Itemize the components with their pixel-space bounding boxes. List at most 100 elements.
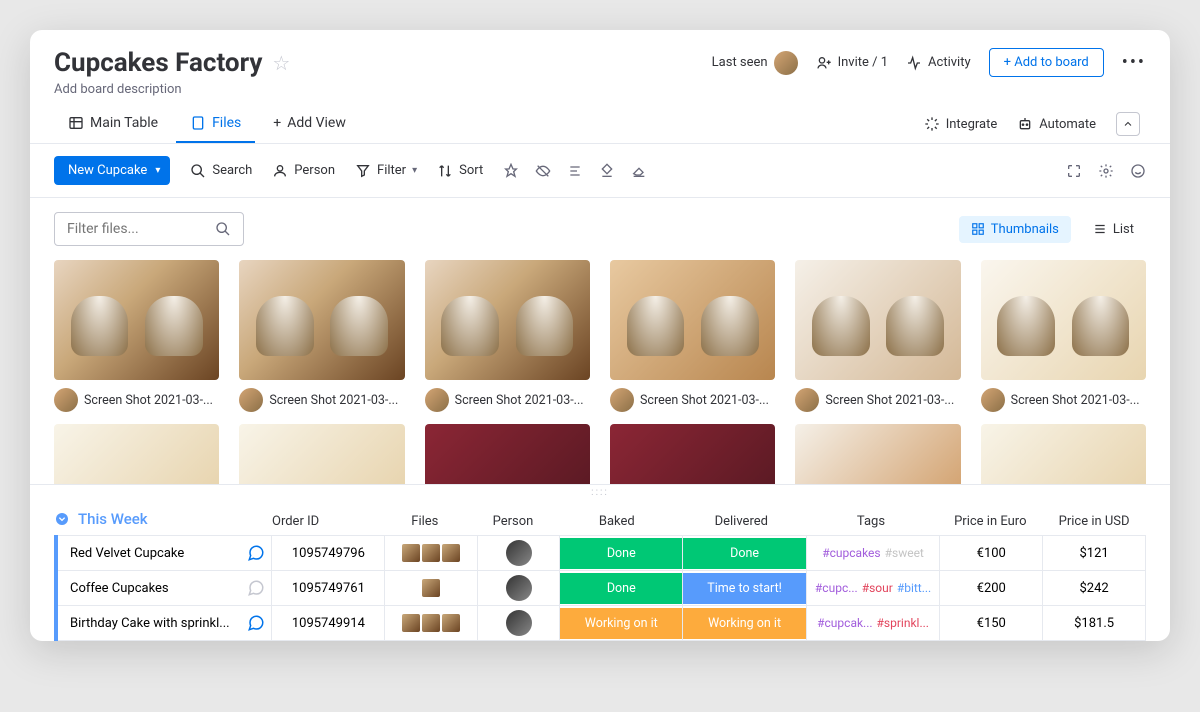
add-to-board-button[interactable]: + Add to board xyxy=(989,48,1104,77)
thumbnail-image xyxy=(610,260,775,380)
sort-button[interactable]: Sort xyxy=(437,163,483,179)
person-add-icon xyxy=(816,55,832,71)
star-icon[interactable]: ☆ xyxy=(272,51,290,75)
chevron-down-icon: ▾ xyxy=(155,165,160,176)
file-thumbnail[interactable] xyxy=(610,424,775,484)
avatar-icon xyxy=(239,388,263,412)
thumbnail-image xyxy=(795,260,960,380)
fullscreen-icon[interactable] xyxy=(1066,163,1082,179)
activity-button[interactable]: Activity xyxy=(906,55,971,71)
person-filter-button[interactable]: Person xyxy=(272,163,335,179)
col-person[interactable]: Person xyxy=(472,508,555,535)
avatar-icon xyxy=(795,388,819,412)
invite-button[interactable]: Invite / 1 xyxy=(816,55,888,71)
avatar-icon xyxy=(774,51,798,75)
last-seen[interactable]: Last seen xyxy=(712,51,798,75)
table-row[interactable]: Coffee Cupcakes 1095749761 Done Time to … xyxy=(56,571,1146,606)
file-thumbnail[interactable] xyxy=(795,424,960,484)
grid-icon xyxy=(971,222,985,236)
files-icon xyxy=(190,115,206,131)
tab-files[interactable]: Files xyxy=(176,105,255,143)
file-thumbnail[interactable]: Screen Shot 2021-03-... xyxy=(425,260,590,412)
list-view-button[interactable]: List xyxy=(1081,216,1146,243)
table-row[interactable]: Birthday Cake with sprinkl... 1095749914… xyxy=(56,606,1146,641)
board-header: Cupcakes Factory ☆ Add board description… xyxy=(30,30,1170,105)
list-icon xyxy=(1093,222,1107,236)
col-price-usd[interactable]: Price in USD xyxy=(1042,508,1146,535)
file-thumbnail[interactable] xyxy=(981,424,1146,484)
table-row[interactable]: Red Velvet Cupcake 1095749796 Done Done … xyxy=(56,536,1146,571)
col-delivered[interactable]: Delivered xyxy=(679,508,804,535)
group-header[interactable]: This Week xyxy=(54,510,264,534)
file-thumbnail[interactable] xyxy=(54,424,219,484)
integrate-icon xyxy=(924,116,940,132)
avatar-icon xyxy=(54,388,78,412)
file-thumbnail[interactable]: Screen Shot 2021-03-... xyxy=(610,260,775,412)
file-thumbnail[interactable] xyxy=(239,424,404,484)
filter-button[interactable]: Filter ▾ xyxy=(355,163,417,179)
avatar-icon xyxy=(506,575,532,601)
file-name: Screen Shot 2021-03-... xyxy=(269,393,398,408)
chevron-up-icon xyxy=(1122,118,1134,130)
file-thumbnail[interactable]: Screen Shot 2021-03-... xyxy=(239,260,404,412)
color-icon[interactable] xyxy=(599,163,615,179)
col-price-eur[interactable]: Price in Euro xyxy=(938,508,1042,535)
more-icon[interactable]: ••• xyxy=(1122,52,1146,73)
activity-icon xyxy=(906,55,922,71)
chat-icon[interactable] xyxy=(247,544,265,562)
search-icon xyxy=(215,221,231,237)
search-icon xyxy=(190,163,206,179)
chat-icon[interactable] xyxy=(247,579,265,597)
pin-icon[interactable] xyxy=(503,163,519,179)
thumbnail-image xyxy=(425,260,590,380)
file-thumbnail[interactable]: Screen Shot 2021-03-... xyxy=(795,260,960,412)
avatar-icon xyxy=(506,610,532,636)
board-description[interactable]: Add board description xyxy=(54,82,290,97)
file-thumbnail[interactable] xyxy=(425,424,590,484)
avatar-icon xyxy=(981,388,1005,412)
table-section: This Week Order ID Files Person Baked De… xyxy=(30,500,1170,641)
chevron-down-icon: ▾ xyxy=(412,165,417,176)
collapse-button[interactable] xyxy=(1116,112,1140,136)
integrate-button[interactable]: Integrate xyxy=(924,116,998,132)
height-icon[interactable] xyxy=(567,163,583,179)
search-button[interactable]: Search xyxy=(190,163,252,179)
avatar-icon xyxy=(610,388,634,412)
board-title: Cupcakes Factory xyxy=(54,48,262,78)
avatar-icon xyxy=(506,540,532,566)
tab-add-view[interactable]: + Add View xyxy=(259,105,360,143)
file-thumbnail[interactable]: Screen Shot 2021-03-... xyxy=(981,260,1146,412)
file-thumbnail[interactable]: Screen Shot 2021-03-... xyxy=(54,260,219,412)
filter-files-input[interactable] xyxy=(54,212,244,246)
view-tabs: Main Table Files + Add View Integrate Au… xyxy=(30,105,1170,144)
table-icon xyxy=(68,115,84,131)
eraser-icon[interactable] xyxy=(631,163,647,179)
file-name: Screen Shot 2021-03-... xyxy=(455,393,584,408)
col-baked[interactable]: Baked xyxy=(555,508,680,535)
chat-icon[interactable] xyxy=(247,614,265,632)
file-name: Screen Shot 2021-03-... xyxy=(1011,393,1140,408)
col-tags[interactable]: Tags xyxy=(804,508,939,535)
gear-icon[interactable] xyxy=(1098,163,1114,179)
new-item-button[interactable]: New Cupcake ▾ xyxy=(54,156,170,185)
col-files[interactable]: Files xyxy=(378,508,471,535)
avatar-icon xyxy=(425,388,449,412)
app-window: Cupcakes Factory ☆ Add board description… xyxy=(30,30,1170,641)
automate-button[interactable]: Automate xyxy=(1017,116,1096,132)
sort-icon xyxy=(437,163,453,179)
plus-icon: + xyxy=(273,115,281,131)
tab-main-table[interactable]: Main Table xyxy=(54,105,172,143)
file-name: Screen Shot 2021-03-... xyxy=(640,393,769,408)
robot-icon xyxy=(1017,116,1033,132)
thumbnail-image xyxy=(54,260,219,380)
file-name: Screen Shot 2021-03-... xyxy=(84,393,213,408)
thumbnails-view-button[interactable]: Thumbnails xyxy=(959,216,1071,243)
resize-handle[interactable]: :::: xyxy=(30,484,1170,500)
file-gallery-row xyxy=(30,424,1170,484)
thumbnail-image xyxy=(981,260,1146,380)
hide-icon[interactable] xyxy=(535,163,551,179)
filter-icon xyxy=(355,163,371,179)
file-controls: Thumbnails List xyxy=(30,198,1170,260)
smiley-icon[interactable] xyxy=(1130,163,1146,179)
col-order-id[interactable]: Order ID xyxy=(264,508,378,535)
